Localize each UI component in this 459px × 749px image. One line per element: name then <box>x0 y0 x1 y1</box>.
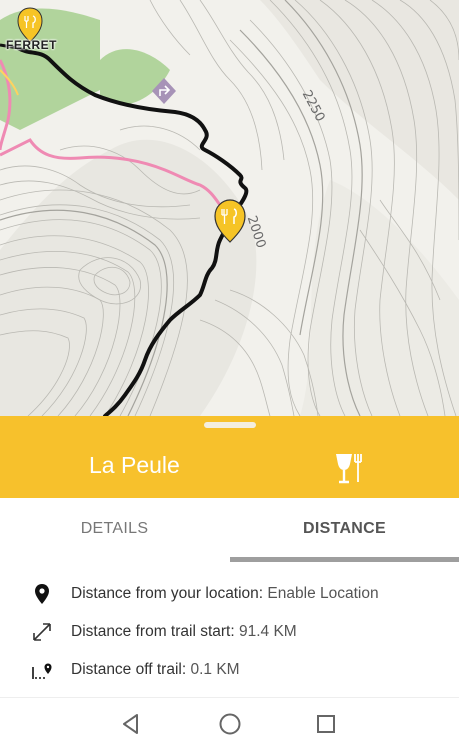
row-label: Distance off trail: <box>71 661 187 678</box>
tab-bar: DETAILS DISTANCE <box>0 498 459 562</box>
row-value: 91.4 KM <box>238 623 297 640</box>
trail-map[interactable]: FERRET 2250 2000 <box>0 0 459 416</box>
distance-from-location-row[interactable]: Distance from your location: Enable Loca… <box>0 576 459 612</box>
expand-diagonal-icon <box>33 623 51 641</box>
off-trail-icon <box>32 663 52 679</box>
active-tab-indicator <box>230 557 459 562</box>
map-canvas <box>0 0 459 416</box>
back-triangle-icon[interactable] <box>118 710 146 738</box>
tab-details[interactable]: DETAILS <box>0 498 229 560</box>
distance-off-trail-row: Distance off trail: 0.1 KM <box>0 652 459 688</box>
row-label: Distance from trail start: <box>71 623 235 640</box>
distance-from-start-row: Distance from trail start: 91.4 KM <box>0 614 459 650</box>
restaurant-icon <box>336 454 362 484</box>
drag-handle[interactable] <box>204 422 256 428</box>
system-nav-bar <box>0 697 459 749</box>
location-pin-icon <box>35 584 49 604</box>
home-circle-icon[interactable] <box>216 710 244 738</box>
recents-square-icon[interactable] <box>312 710 340 738</box>
poi-title: La Peule <box>89 452 180 478</box>
row-value: 0.1 KM <box>190 661 240 678</box>
tab-distance[interactable]: DISTANCE <box>230 498 459 560</box>
row-label: Distance from your location: <box>71 585 264 602</box>
poi-header[interactable] <box>0 416 459 498</box>
enable-location-link[interactable]: Enable Location <box>267 585 378 602</box>
place-label: FERRET <box>6 38 57 52</box>
